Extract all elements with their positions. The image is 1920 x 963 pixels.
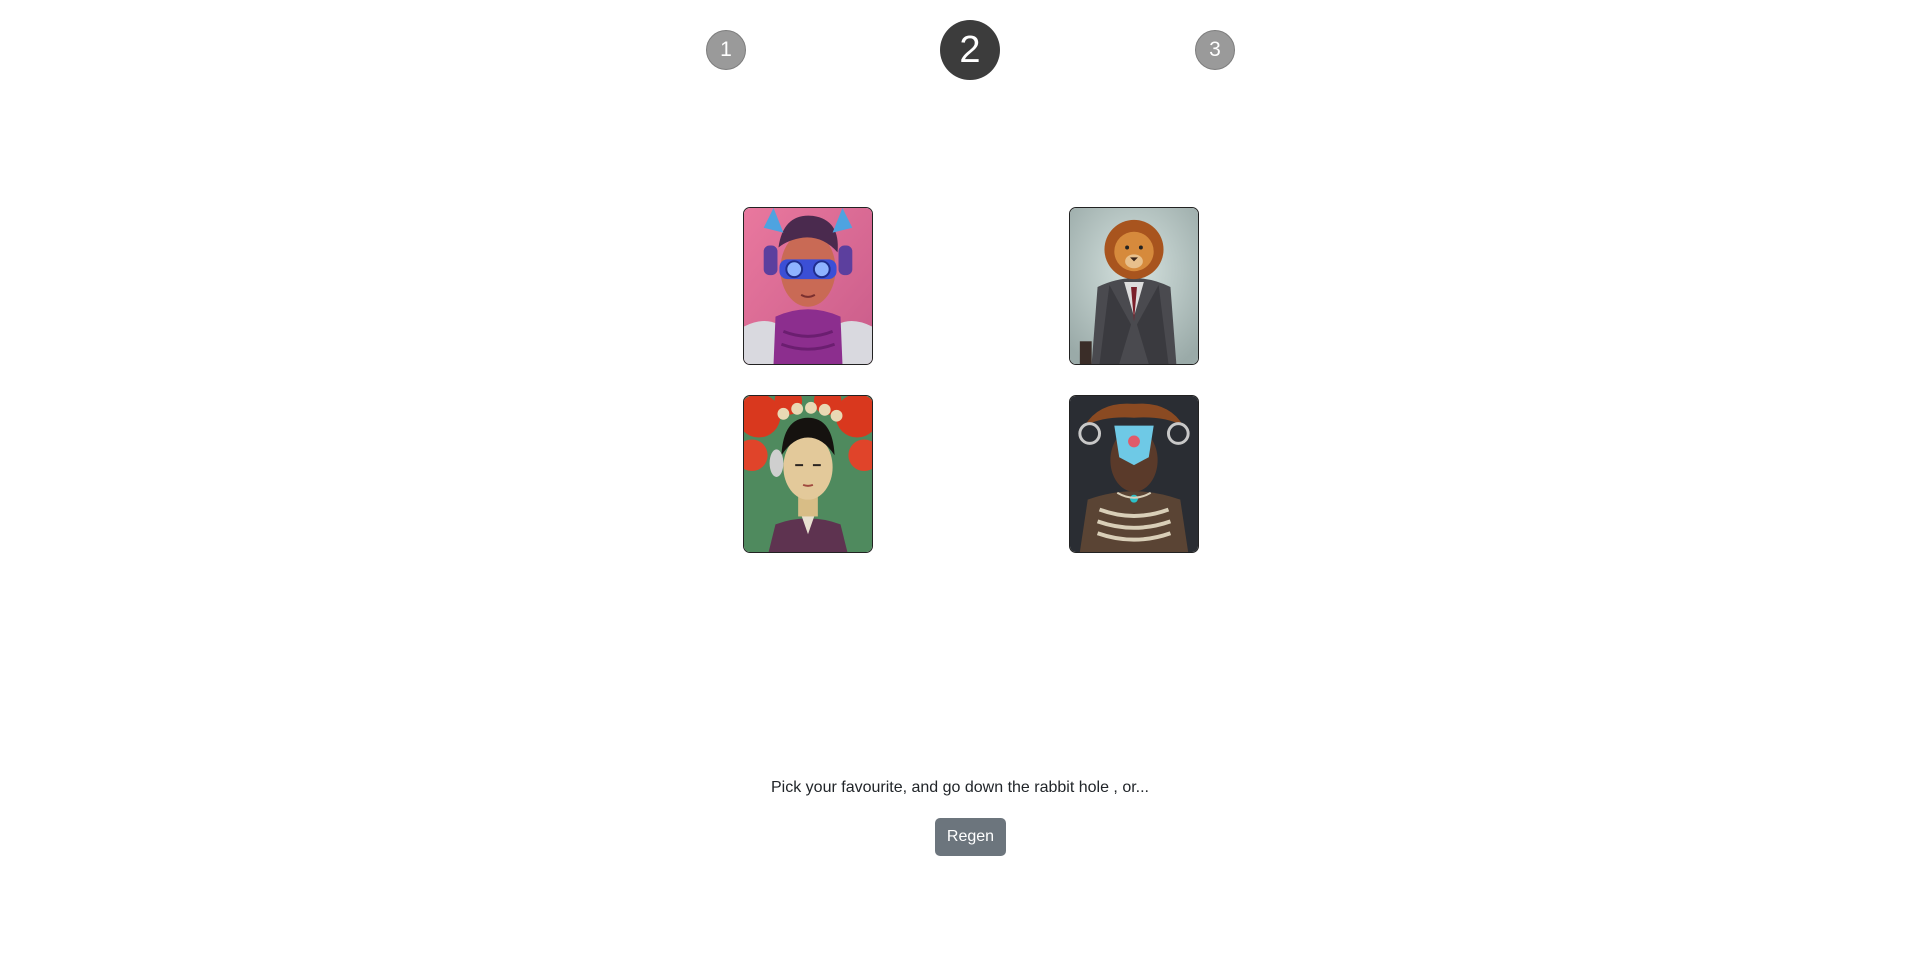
step-2-active[interactable]: 2: [940, 20, 1000, 80]
image-option-1[interactable]: [743, 207, 873, 365]
portrait-lion-image: [1070, 208, 1198, 364]
image-option-2[interactable]: [1069, 207, 1199, 365]
portrait-goggles-image: [744, 208, 872, 364]
image-option-3[interactable]: [743, 395, 873, 553]
regen-button[interactable]: Regen: [935, 818, 1006, 856]
page: 1 2 3 Pick your favourite, and go down t…: [0, 0, 1920, 963]
portrait-flower-headdress-image: [744, 396, 872, 552]
step-3[interactable]: 3: [1195, 30, 1235, 70]
step-indicator: 1 2 3: [0, 0, 1920, 100]
image-option-4[interactable]: [1069, 395, 1199, 553]
step-1[interactable]: 1: [706, 30, 746, 70]
pick-favourite-prompt: Pick your favourite, and go down the rab…: [771, 779, 1149, 796]
portrait-ornate-headdress-image: [1070, 396, 1198, 552]
